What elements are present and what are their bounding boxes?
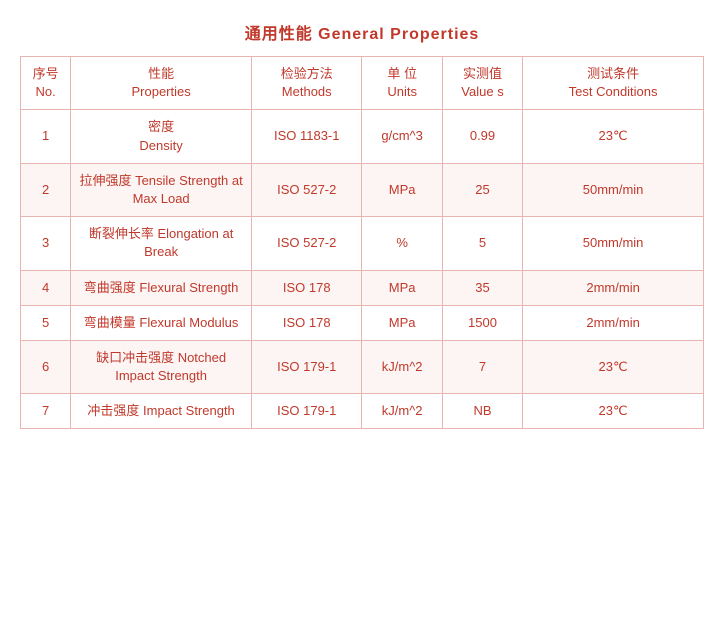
table-row: 5弯曲模量 Flexural ModulusISO 178MPa15002mm/… xyxy=(21,305,704,340)
table-container: 通用性能 General Properties 序号 No. 性能 Proper… xyxy=(20,20,704,429)
cell-no: 7 xyxy=(21,394,71,429)
table-row: 7冲击强度 Impact StrengthISO 179-1kJ/m^2NB23… xyxy=(21,394,704,429)
table-row: 2拉伸强度 Tensile Strength at Max LoadISO 52… xyxy=(21,163,704,216)
table-row: 1密度 DensityISO 1183-1g/cm^30.9923℃ xyxy=(21,110,704,163)
cell-property: 弯曲模量 Flexural Modulus xyxy=(71,305,252,340)
table-row: 6缺口冲击强度 Notched Impact StrengthISO 179-1… xyxy=(21,340,704,393)
cell-method: ISO 179-1 xyxy=(252,394,362,429)
cell-units: g/cm^3 xyxy=(362,110,442,163)
cell-no: 1 xyxy=(21,110,71,163)
cell-property: 拉伸强度 Tensile Strength at Max Load xyxy=(71,163,252,216)
cell-no: 2 xyxy=(21,163,71,216)
cell-value: NB xyxy=(442,394,522,429)
cell-units: MPa xyxy=(362,163,442,216)
cell-conditions: 2mm/min xyxy=(523,270,704,305)
cell-no: 4 xyxy=(21,270,71,305)
cell-value: 1500 xyxy=(442,305,522,340)
cell-conditions: 23℃ xyxy=(523,394,704,429)
cell-method: ISO 527-2 xyxy=(252,163,362,216)
cell-value: 25 xyxy=(442,163,522,216)
cell-method: ISO 1183-1 xyxy=(252,110,362,163)
header-units: 单 位 Units xyxy=(362,57,442,110)
cell-value: 5 xyxy=(442,217,522,270)
cell-conditions: 50mm/min xyxy=(523,163,704,216)
cell-method: ISO 178 xyxy=(252,270,362,305)
cell-units: kJ/m^2 xyxy=(362,394,442,429)
cell-no: 5 xyxy=(21,305,71,340)
table-title: 通用性能 General Properties xyxy=(20,20,704,44)
cell-value: 0.99 xyxy=(442,110,522,163)
table-body: 1密度 DensityISO 1183-1g/cm^30.9923℃2拉伸强度 … xyxy=(21,110,704,429)
cell-property: 缺口冲击强度 Notched Impact Strength xyxy=(71,340,252,393)
cell-property: 弯曲强度 Flexural Strength xyxy=(71,270,252,305)
cell-value: 35 xyxy=(442,270,522,305)
header-conditions: 测试条件 Test Conditions xyxy=(523,57,704,110)
table-row: 3断裂伸长率 Elongation at BreakISO 527-2%550m… xyxy=(21,217,704,270)
header-row: 序号 No. 性能 Properties 检验方法 Methods 单 位 Un… xyxy=(21,57,704,110)
cell-conditions: 23℃ xyxy=(523,340,704,393)
cell-property: 断裂伸长率 Elongation at Break xyxy=(71,217,252,270)
cell-units: kJ/m^2 xyxy=(362,340,442,393)
cell-property: 冲击强度 Impact Strength xyxy=(71,394,252,429)
cell-conditions: 50mm/min xyxy=(523,217,704,270)
properties-table: 序号 No. 性能 Properties 检验方法 Methods 单 位 Un… xyxy=(20,56,704,429)
cell-method: ISO 527-2 xyxy=(252,217,362,270)
header-values: 实测值 Value s xyxy=(442,57,522,110)
cell-no: 6 xyxy=(21,340,71,393)
cell-method: ISO 179-1 xyxy=(252,340,362,393)
cell-units: MPa xyxy=(362,305,442,340)
header-no: 序号 No. xyxy=(21,57,71,110)
cell-units: % xyxy=(362,217,442,270)
header-method: 检验方法 Methods xyxy=(252,57,362,110)
header-property: 性能 Properties xyxy=(71,57,252,110)
cell-value: 7 xyxy=(442,340,522,393)
cell-conditions: 23℃ xyxy=(523,110,704,163)
cell-units: MPa xyxy=(362,270,442,305)
cell-conditions: 2mm/min xyxy=(523,305,704,340)
cell-property: 密度 Density xyxy=(71,110,252,163)
cell-no: 3 xyxy=(21,217,71,270)
table-row: 4弯曲强度 Flexural StrengthISO 178MPa352mm/m… xyxy=(21,270,704,305)
cell-method: ISO 178 xyxy=(252,305,362,340)
